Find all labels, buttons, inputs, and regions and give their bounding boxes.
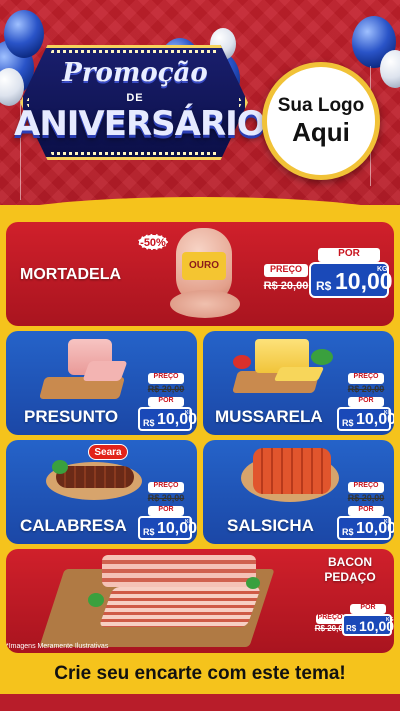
unit: KG	[386, 617, 394, 623]
new-price-box: R$ 10,00 KG	[309, 262, 393, 298]
price-label: PREÇO	[348, 482, 384, 493]
old-price: R$ 20,00	[347, 384, 385, 394]
herb-image	[88, 593, 104, 607]
herb-image	[246, 577, 260, 589]
disclaimer: *Imagens Meramente Ilustrativas	[6, 643, 109, 650]
logo-text-line1: Sua Logo	[277, 94, 365, 116]
brand-label: OURO	[182, 252, 226, 280]
discount-badge: -50%	[138, 234, 168, 250]
logo-placeholder: Sua Logo Aqui	[262, 62, 380, 180]
currency: R$	[316, 279, 332, 293]
price-label: PREÇO	[148, 482, 184, 493]
price-label: PREÇO	[348, 373, 384, 384]
bacon-image	[102, 555, 256, 587]
old-price: R$ 20,00	[147, 384, 185, 394]
currency: R$	[342, 418, 354, 428]
price-label: PREÇO	[316, 614, 344, 624]
por-label: POR	[348, 397, 384, 407]
mortadela-slices-image	[170, 290, 240, 318]
product-name: CALABRESA	[20, 516, 127, 535]
por-label: POR	[318, 248, 380, 262]
price-label: PREÇO	[264, 264, 308, 277]
tomato-image	[233, 355, 251, 369]
unit: KG	[384, 410, 392, 416]
balloon-icon	[4, 10, 44, 58]
por-label: POR	[148, 506, 184, 516]
new-price-box: R$ 10,00 KG	[138, 407, 197, 431]
unit: KG	[377, 266, 388, 273]
product-name-line2: PEDAÇO	[324, 570, 376, 584]
new-price-box: R$ 10,00 KG	[337, 516, 394, 540]
product-card-salsicha[interactable]: SALSICHA PREÇO R$ 20,00 POR R$ 10,00 KG	[203, 440, 394, 544]
herb-image	[52, 460, 68, 474]
presunto-slices-image	[82, 361, 128, 381]
product-name: MUSSARELA	[215, 407, 323, 426]
old-price: R$ 20,00	[147, 493, 185, 503]
currency: R$	[346, 624, 357, 633]
flyer-page: Promoção DE ANIVERSÁRIO Sua Logo Aqui MO…	[0, 0, 400, 711]
calabresa-image	[56, 466, 134, 488]
product-card-presunto[interactable]: PRESUNTO PREÇO R$ 20,00 POR R$ 10,00 KG	[6, 331, 197, 435]
new-price-box: R$ 10,00 KG	[342, 614, 394, 636]
unit: KG	[185, 410, 193, 416]
product-name-line1: BACON	[328, 555, 372, 569]
logo-text-line2: Aqui	[292, 116, 350, 147]
product-card-calabresa[interactable]: Seara CALABRESA PREÇO R$ 20,00 POR R$ 10…	[6, 440, 197, 544]
product-name: BACON PEDAÇO	[310, 555, 390, 585]
product-name: MORTADELA	[20, 266, 122, 283]
por-label: POR	[348, 506, 384, 516]
product-name: SALSICHA	[227, 516, 314, 535]
title-aniversario: ANIVERSÁRIO	[14, 104, 266, 144]
bottom-strip	[0, 694, 400, 711]
currency: R$	[342, 527, 354, 537]
por-label: POR	[148, 397, 184, 407]
herb-image	[311, 349, 333, 365]
price-label: PREÇO	[148, 373, 184, 384]
product-name: PRESUNTO	[24, 407, 119, 426]
product-card-mortadela[interactable]: MORTADELA -50% OURO PREÇO R$ 20,00 POR R…	[6, 222, 394, 326]
salsicha-image	[253, 448, 331, 494]
por-label: POR	[350, 604, 386, 614]
unit: KG	[384, 519, 392, 525]
title-de: DE	[126, 92, 144, 104]
mussarela-slices-image	[273, 367, 325, 381]
brand-logo: Seara	[88, 444, 128, 460]
old-price: R$ 20,00	[263, 280, 309, 292]
header: Promoção DE ANIVERSÁRIO Sua Logo Aqui	[0, 0, 400, 205]
balloon-icon	[380, 50, 400, 88]
bacon-slices-image	[98, 587, 262, 627]
title-promocao: Promoção	[62, 58, 208, 88]
currency: R$	[143, 418, 155, 428]
product-card-mussarela[interactable]: MUSSARELA PREÇO R$ 20,00 POR R$ 10,00 KG	[203, 331, 394, 435]
unit: KG	[185, 519, 193, 525]
old-price: R$ 20,00	[347, 493, 385, 503]
product-card-bacon[interactable]: BACON PEDAÇO POR PREÇO R$ 20,00 R$ 10,00…	[6, 549, 394, 653]
currency: R$	[143, 527, 155, 537]
cta-banner[interactable]: Crie seu encarte com este tema!	[6, 657, 394, 691]
new-price-box: R$ 10,00 KG	[138, 516, 197, 540]
new-price-box: R$ 10,00 KG	[337, 407, 394, 431]
